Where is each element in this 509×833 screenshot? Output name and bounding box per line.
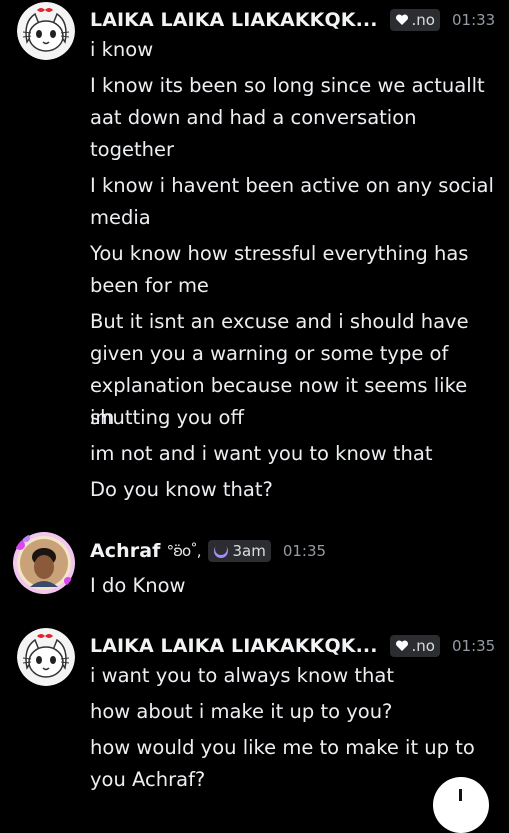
message-text: media bbox=[90, 206, 151, 229]
tag-label: .no bbox=[411, 11, 435, 29]
tag-label: 3am bbox=[232, 542, 266, 560]
message-text: given you a warning or some type of bbox=[90, 342, 449, 365]
message-text: Do you know that? bbox=[90, 478, 273, 501]
message-text: together bbox=[90, 138, 174, 161]
scroll-fab-button[interactable] bbox=[433, 777, 489, 833]
message-header: LAIKA LAIKA LIAKAKKQK... .no 01:33 bbox=[90, 7, 495, 33]
message-text: But it isnt an excuse and i should have bbox=[90, 310, 469, 333]
user-tag[interactable]: .no bbox=[389, 9, 440, 31]
moon-icon bbox=[213, 543, 229, 559]
username[interactable]: LAIKA LAIKA LIAKAKKQK... bbox=[90, 9, 378, 31]
message-text: i want you to always know that bbox=[90, 664, 395, 687]
timestamp: 01:33 bbox=[451, 11, 496, 29]
message-text: how about i make it up to you? bbox=[90, 700, 393, 723]
heart-icon bbox=[395, 14, 409, 26]
message-text: I do Know bbox=[90, 574, 186, 597]
message-text: you Achraf? bbox=[90, 768, 206, 791]
username[interactable]: Achraf bbox=[90, 540, 161, 562]
message-text: shutting you off bbox=[90, 406, 244, 429]
plus-icon bbox=[459, 789, 462, 801]
message-text: how would you like me to make it up to bbox=[90, 736, 475, 759]
username-decoration: °ʚ̈o˚, bbox=[166, 542, 202, 560]
message-text: i know bbox=[90, 38, 154, 61]
timestamp: 01:35 bbox=[451, 637, 496, 655]
heart-icon bbox=[395, 640, 409, 652]
avatar[interactable] bbox=[12, 531, 76, 595]
avatar[interactable] bbox=[17, 2, 75, 60]
username[interactable]: LAIKA LAIKA LIAKAKKQK... bbox=[90, 635, 378, 657]
message-text: I know i havent been active on any socia… bbox=[90, 174, 494, 197]
message-text: You know how stressful everything has bbox=[90, 242, 469, 265]
message-header: Achraf °ʚ̈o˚, 3am 01:35 bbox=[90, 538, 326, 564]
user-tag[interactable]: .no bbox=[389, 635, 440, 657]
message-text: been for me bbox=[90, 274, 209, 297]
timestamp: 01:35 bbox=[282, 542, 327, 560]
message-text: aat down and had a conversation bbox=[90, 106, 417, 129]
avatar[interactable] bbox=[17, 628, 75, 686]
message-feed: LAIKA LAIKA LIAKAKKQK... .no 01:33 i kno… bbox=[0, 0, 509, 833]
message-text: im not and i want you to know that bbox=[90, 442, 433, 465]
message-text: I know its been so long since we actuall… bbox=[90, 74, 485, 97]
message-header: LAIKA LAIKA LIAKAKKQK... .no 01:35 bbox=[90, 633, 495, 659]
tag-label: .no bbox=[411, 637, 435, 655]
user-tag[interactable]: 3am bbox=[208, 540, 271, 562]
